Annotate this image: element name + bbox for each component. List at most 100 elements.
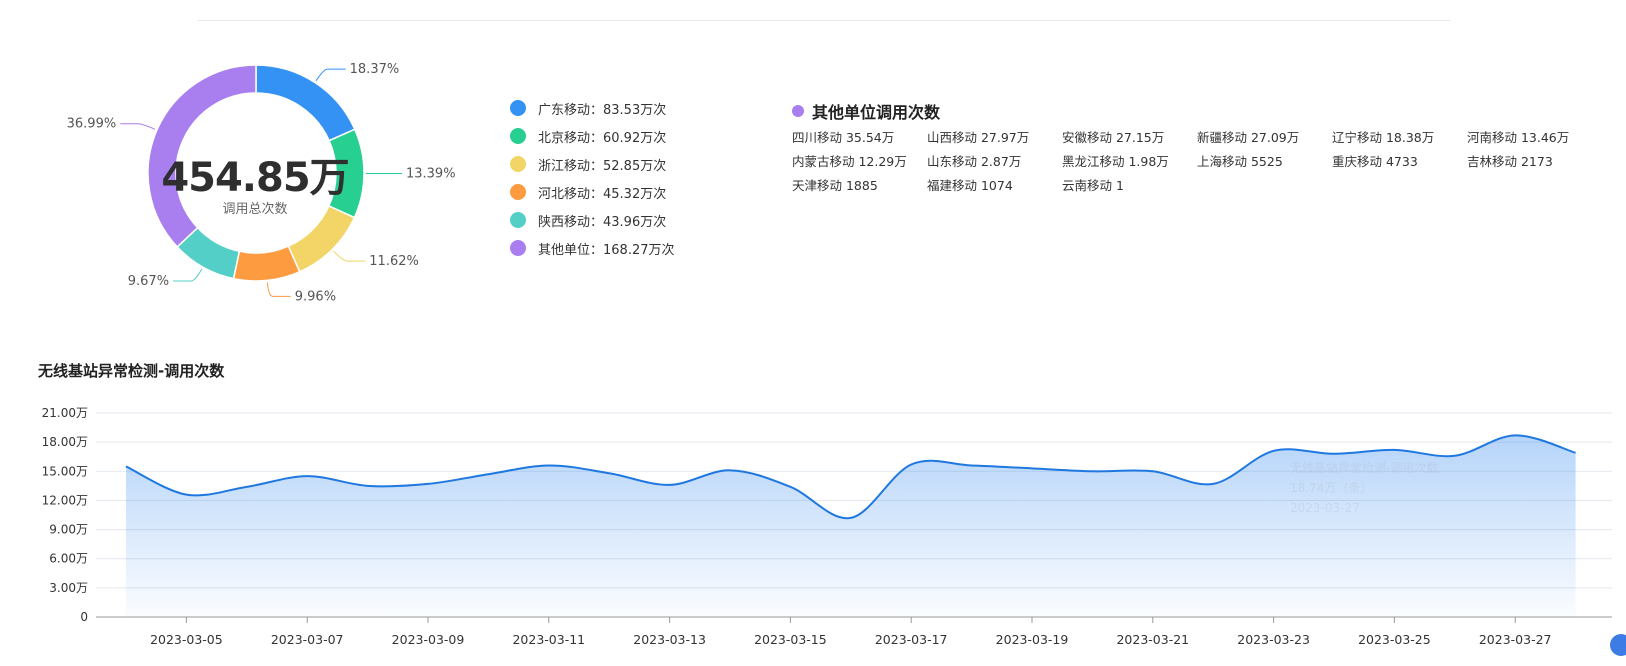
donut-total: 454.85万 [161,155,349,201]
data-point[interactable] [1272,449,1276,453]
donut-leader-line [315,68,346,82]
donut-total-label: 调用总次数 [222,202,288,217]
donut-percent-label: 13.39% [406,167,456,182]
legend-label: 陕西移动：43.96万次 [538,214,667,230]
data-point[interactable] [909,462,913,466]
donut-leader-line [173,268,203,282]
donut-percent-label: 11.62% [369,254,419,269]
x-tick-label: 2023-03-23 [1237,632,1310,647]
legend-dot-icon [510,100,526,116]
float-button[interactable] [1610,634,1626,656]
data-point[interactable] [547,463,551,467]
x-tick-label: 2023-03-17 [875,632,948,647]
area-fill [126,435,1576,617]
data-point[interactable] [1332,452,1336,456]
legend-item[interactable]: 浙江移动：52.85万次 [510,150,720,178]
other-unit-item: 重庆移动 4733 [1332,154,1418,169]
donut-leader-line [266,282,291,297]
x-tick-label: 2023-03-09 [392,632,465,647]
data-point[interactable] [1151,469,1155,473]
data-point[interactable] [366,484,370,488]
data-point[interactable] [1030,466,1034,470]
other-units-title: 其他单位调用次数 [792,98,1612,124]
data-point[interactable] [305,474,309,478]
other-units-panel: 其他单位调用次数 四川移动 35.54万 山西移动 27.97万 安徽移动 27.1… [792,98,1612,195]
x-tick-label: 2023-03-27 [1479,632,1552,647]
x-tick-label: 2023-03-07 [271,632,344,647]
other-unit-item: 内蒙古移动 12.29万 [792,154,907,169]
other-unit-item: 四川移动 35.54万 [792,130,895,145]
donut-leader-line [333,250,366,262]
other-unit-item: 辽宁移动 18.38万 [1332,130,1435,145]
y-tick-label: 21.00万 [42,406,88,420]
donut-percent-label: 9.96% [295,289,336,304]
donut-chart: 18.37% 13.39% 11.62% 9.96% 9.67% 36.99% 454.8… [0,40,500,330]
x-tick-label: 2023-03-05 [150,632,223,647]
legend-label: 北京移动：60.92万次 [538,130,667,146]
data-point[interactable] [1513,433,1517,437]
donut-percent-label: 9.67% [128,274,169,289]
donut-leader-line [120,123,156,130]
data-point[interactable] [486,472,490,476]
x-tick-label: 2023-03-13 [633,632,706,647]
data-point[interactable] [426,482,430,486]
y-tick-label: 3.00万 [49,581,88,595]
legend-item[interactable]: 北京移动：60.92万次 [510,122,720,150]
legend-item[interactable]: 陕西移动：43.96万次 [510,206,720,234]
other-unit-item: 吉林移动 2173 [1467,154,1553,169]
y-tick-label: 0 [80,610,88,624]
data-point[interactable] [970,463,974,467]
data-point[interactable] [184,493,188,497]
x-tick-label: 2023-03-19 [996,632,1069,647]
other-unit-item: 新疆移动 27.09万 [1197,130,1300,145]
data-point[interactable] [788,485,792,489]
other-unit-item: 安徽移动 27.15万 [1062,130,1165,145]
other-unit-item: 河南移动 13.46万 [1467,130,1570,145]
data-point[interactable] [124,464,128,468]
legend-label: 浙江移动：52.85万次 [538,158,667,174]
data-point[interactable] [1090,469,1094,473]
y-tick-label: 6.00万 [49,552,88,566]
legend-label: 河北移动：45.32万次 [538,186,667,202]
data-point[interactable] [1574,451,1578,455]
other-units-grid: 四川移动 35.54万 山西移动 27.97万 安徽移动 27.15万 新疆移动 27… [792,128,1612,195]
legend-label: 广东移动：83.53万次 [538,102,667,118]
other-unit-item: 山东移动 2.87万 [927,154,1022,169]
y-tick-label: 9.00万 [49,523,88,537]
legend-dot-icon [510,240,526,256]
data-point[interactable] [1453,454,1457,458]
legend-dot-icon [510,128,526,144]
x-tick-label: 2023-03-21 [1116,632,1189,647]
donut-percent-label: 18.37% [350,62,400,77]
donut-slice[interactable] [255,64,356,142]
legend-item[interactable]: 广东移动：83.53万次 [510,94,720,122]
other-unit-item: 福建移动 1074 [927,178,1013,193]
donut-percent-label: 36.99% [67,117,117,132]
data-point[interactable] [1392,448,1396,452]
line-chart-title: 无线基站异常检测-调用次数 [38,362,225,380]
data-point[interactable] [1211,482,1215,486]
data-point[interactable] [607,471,611,475]
other-units-dot-icon [792,105,804,117]
data-point[interactable] [849,516,853,520]
y-tick-label: 15.00万 [42,464,88,478]
data-point[interactable] [728,468,732,472]
x-tick-label: 2023-03-15 [754,632,827,647]
other-unit-item: 黑龙江移动 1.98万 [1062,154,1169,169]
legend-dot-icon [510,156,526,172]
y-tick-label: 18.00万 [42,435,88,449]
donut-legend: 广东移动：83.53万次 北京移动：60.92万次 浙江移动：52.85万次 河北移动… [510,94,720,262]
legend-item[interactable]: 河北移动：45.32万次 [510,178,720,206]
other-unit-item: 山西移动 27.97万 [927,130,1030,145]
x-tick-label: 2023-03-25 [1358,632,1431,647]
legend-item[interactable]: 其他单位：168.27万次 [510,234,720,262]
other-unit-item: 天津移动 1885 [792,178,878,193]
x-tick-label: 2023-03-11 [512,632,585,647]
y-tick-label: 12.00万 [42,493,88,507]
top-divider [198,20,1450,21]
other-unit-item: 云南移动 1 [1062,178,1124,193]
other-unit-item: 上海移动 5525 [1197,154,1283,169]
data-point[interactable] [668,483,672,487]
donut-slice[interactable] [232,245,301,282]
data-point[interactable] [245,485,249,489]
